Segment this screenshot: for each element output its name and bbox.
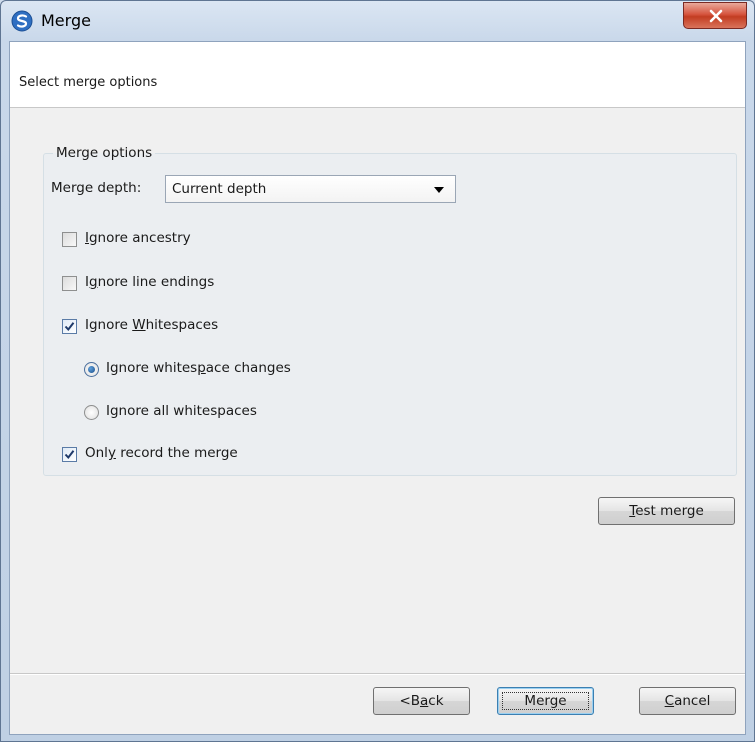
ignore-all-whitespaces-radio[interactable] xyxy=(84,405,99,420)
merge-options-legend: Merge options xyxy=(53,145,156,161)
test-merge-button[interactable]: Test merge xyxy=(598,497,735,525)
footer-separator-highlight xyxy=(10,674,745,675)
back-button[interactable]: <Back xyxy=(373,687,470,715)
ignore-all-whitespaces-label[interactable]: Ignore all whitespaces xyxy=(106,403,257,419)
close-x-icon xyxy=(709,9,723,23)
wizard-header: Select merge options xyxy=(10,42,745,108)
header-text: Select merge options xyxy=(19,75,158,90)
title-bar[interactable]: Merge xyxy=(1,1,754,41)
merge-button[interactable]: Merge xyxy=(497,687,594,715)
merge-depth-select[interactable]: Current depth xyxy=(165,175,456,203)
merge-depth-label: Merge depth: xyxy=(51,180,142,196)
dialog-content: Select merge options Merge options Merge… xyxy=(9,41,746,735)
ignore-whitespace-changes-label[interactable]: Ignore whitespace changes xyxy=(106,360,291,376)
cancel-button[interactable]: Cancel xyxy=(639,687,736,715)
only-record-merge-label[interactable]: Only record the merge xyxy=(85,445,238,461)
only-record-merge-checkbox[interactable] xyxy=(62,447,77,462)
ignore-whitespace-changes-radio[interactable] xyxy=(84,362,99,377)
smartsvn-swirl-icon xyxy=(11,10,33,32)
ignore-whitespaces-label[interactable]: Ignore Whitespaces xyxy=(85,317,218,333)
ignore-whitespaces-checkbox[interactable] xyxy=(62,319,77,334)
ignore-line-endings-label[interactable]: Ignore line endings xyxy=(85,274,214,290)
radio-selected-dot xyxy=(88,366,95,373)
merge-depth-value: Current depth xyxy=(172,181,267,197)
checkmark-icon xyxy=(64,450,75,460)
ignore-ancestry-checkbox[interactable] xyxy=(62,232,77,247)
focus-indicator xyxy=(502,692,589,710)
close-button[interactable] xyxy=(683,2,747,29)
ignore-ancestry-label[interactable]: Ignore ancestry xyxy=(85,230,191,246)
window-title: Merge xyxy=(41,11,91,30)
checkmark-icon xyxy=(64,322,75,332)
merge-dialog-window: Merge Select merge options Merge options… xyxy=(0,0,755,742)
ignore-line-endings-checkbox[interactable] xyxy=(62,276,77,291)
dropdown-arrow-icon xyxy=(434,187,444,193)
